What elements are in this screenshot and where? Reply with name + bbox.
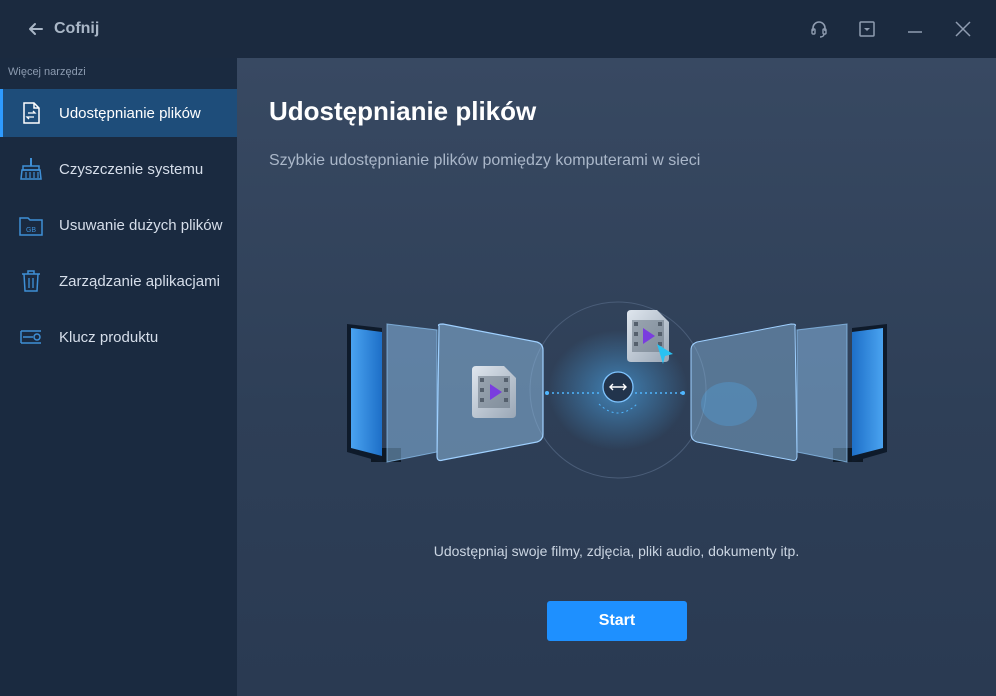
sidebar-item-label: Usuwanie dużych plików bbox=[59, 216, 223, 234]
sidebar-heading: Więcej narzędzi bbox=[8, 66, 86, 78]
start-button[interactable]: Start bbox=[547, 601, 687, 641]
minimize-button[interactable] bbox=[901, 15, 929, 43]
key-icon bbox=[19, 325, 43, 349]
sidebar-item-system-cleanup[interactable]: Czyszczenie systemu bbox=[0, 145, 237, 193]
right-monitor-illustration bbox=[690, 323, 887, 463]
minimize-icon bbox=[908, 31, 922, 33]
close-icon bbox=[955, 21, 971, 37]
svg-text:GB: GB bbox=[26, 227, 36, 234]
sidebar: Więcej narzędzi Udostępnianie plików Czy… bbox=[0, 58, 237, 696]
headset-icon bbox=[811, 21, 827, 38]
back-label: Cofnij bbox=[54, 20, 100, 37]
sidebar-item-label: Klucz produktu bbox=[59, 328, 159, 346]
file-transfer-illustration bbox=[337, 294, 897, 494]
sidebar-item-product-key[interactable]: Klucz produktu bbox=[0, 313, 237, 361]
sidebar-item-label: Zarządzanie aplikacjami bbox=[59, 272, 220, 290]
close-button[interactable] bbox=[949, 15, 977, 43]
title-bar: Cofnij bbox=[0, 0, 996, 58]
feature-description: Udostępniaj swoje filmy, zdjęcia, pliki … bbox=[433, 543, 800, 559]
file-share-icon bbox=[19, 101, 43, 125]
page-title: Udostępnianie plików bbox=[269, 96, 537, 126]
sidebar-item-large-files[interactable]: GB Usuwanie dużych plików bbox=[0, 201, 237, 249]
sidebar-item-label: Czyszczenie systemu bbox=[59, 160, 204, 178]
floating-file-illustration bbox=[627, 310, 673, 364]
sidebar-item-file-sharing[interactable]: Udostępnianie plików bbox=[0, 89, 237, 137]
trash-icon bbox=[19, 269, 43, 293]
support-button[interactable] bbox=[805, 15, 833, 43]
gb-folder-icon: GB bbox=[19, 213, 43, 237]
left-monitor-illustration bbox=[347, 323, 544, 463]
arrow-left-icon bbox=[29, 23, 43, 35]
back-button[interactable]: Cofnij bbox=[26, 16, 99, 42]
broom-icon bbox=[19, 157, 43, 181]
sidebar-item-label: Udostępnianie plików bbox=[59, 104, 201, 122]
main-panel: Udostępnianie plików Szybkie udostępnian… bbox=[237, 58, 996, 696]
menu-dropdown-icon bbox=[859, 21, 875, 37]
menu-button[interactable] bbox=[853, 15, 881, 43]
sidebar-item-app-management[interactable]: Zarządzanie aplikacjami bbox=[0, 257, 237, 305]
page-subtitle: Szybkie udostępnianie plików pomiędzy ko… bbox=[269, 152, 701, 169]
